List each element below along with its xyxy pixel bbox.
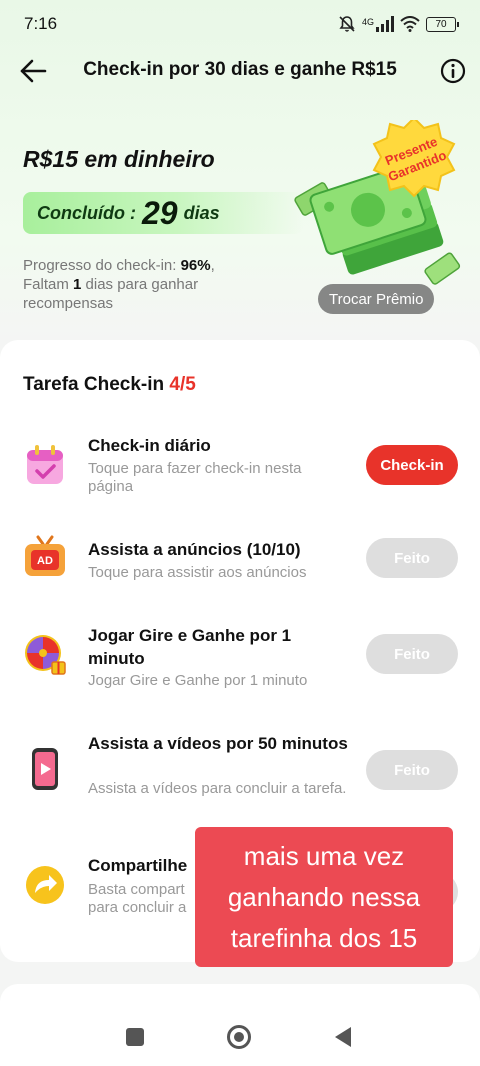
- mute-bell-icon: [339, 16, 355, 32]
- svg-text:AD: AD: [37, 555, 53, 567]
- info-icon[interactable]: [440, 58, 466, 84]
- tasks-count: 4/5: [169, 374, 196, 395]
- video-phone-icon: [32, 748, 58, 790]
- tasks-title: Tarefa Check-in 4/5: [23, 374, 196, 396]
- task-name: Assista a vídeos por 50 minutos: [88, 734, 348, 753]
- cash-stack-icon: Presente Garantido: [294, 120, 461, 285]
- calendar-icon: [27, 445, 63, 484]
- task-watch-videos: Assista a vídeos por 50 minutos Assista …: [0, 728, 480, 818]
- checkin-button[interactable]: Check-in: [366, 445, 458, 485]
- task-desc: Toque para assistir aos anúncios: [88, 564, 307, 581]
- status-icons: 4G 70: [338, 15, 459, 33]
- signal-icon: [376, 16, 394, 32]
- prize-wheel-icon: [25, 635, 66, 675]
- progress-value: 96%: [180, 257, 211, 274]
- recents-icon[interactable]: [126, 1028, 144, 1046]
- task-watch-ads: AD Assista a anúncios (10/10) Toque para…: [0, 534, 480, 594]
- system-nav-bar: [0, 1010, 480, 1066]
- ad-tv-icon: AD: [25, 535, 65, 576]
- swap-prize-button[interactable]: Trocar Prêmio: [318, 284, 435, 314]
- completed-label: Concluído :: [37, 202, 136, 223]
- reward-hero: R$15 em dinheiro Concluído : 29 dias Pro…: [0, 110, 480, 330]
- reward-title: R$15 em dinheiro: [23, 146, 215, 172]
- caption-line-1: mais uma vez: [243, 841, 405, 871]
- caption-line-2: ganhando nessa: [227, 882, 421, 912]
- remaining-prefix: Faltam: [23, 276, 74, 293]
- caption-overlay: mais uma vez ganhando nessa tarefinha do…: [195, 827, 453, 967]
- status-time: 7:16: [24, 14, 58, 33]
- done-button[interactable]: Feito: [366, 750, 458, 790]
- page-title: Check-in por 30 dias e ganhe R$15: [83, 59, 397, 80]
- task-desc: Jogar Gire e Ganhe por 1 minuto: [88, 672, 308, 689]
- home-icon[interactable]: [227, 1025, 251, 1049]
- completed-days-unit: dias: [183, 202, 220, 223]
- progress-sep: ,: [210, 257, 215, 274]
- battery-level: 70: [435, 18, 447, 30]
- caption-line-3: tarefinha dos 15: [230, 923, 418, 953]
- task-daily-checkin: Check-in diário Toque para fazer check-i…: [0, 430, 480, 510]
- completed-days-pill: Concluído : 29 dias: [23, 192, 303, 234]
- nav-back-icon[interactable]: [335, 1027, 351, 1047]
- battery-icon: 70: [426, 16, 459, 32]
- completed-days-count: 29: [141, 194, 178, 231]
- task-name: Assista a anúncios (10/10): [88, 540, 301, 559]
- network-type: 4G: [361, 17, 374, 27]
- task-desc: Toque para fazer check-in nesta página: [88, 460, 302, 495]
- task-desc: Assista a vídeos para concluir a tarefa.: [88, 780, 347, 797]
- tasks-title-text: Tarefa Check-in: [23, 374, 170, 395]
- task-name: Check-in diário: [88, 436, 211, 455]
- wifi-icon: [400, 16, 420, 32]
- done-button[interactable]: Feito: [366, 538, 458, 578]
- done-button[interactable]: Feito: [366, 634, 458, 674]
- share-arrow-icon: [26, 866, 64, 904]
- progress-text: Progresso do check-in: 96%, Faltam 1 dia…: [23, 256, 263, 313]
- task-name: Jogar Gire e Ganhe por 1 minuto: [88, 626, 292, 668]
- task-spin-wheel: Jogar Gire e Ganhe por 1 minuto Jogar Gi…: [0, 620, 480, 700]
- top-bar: Check-in por 30 dias e ganhe R$15: [0, 48, 480, 94]
- progress-prefix: Progresso do check-in:: [23, 257, 181, 274]
- status-bar: 7:16 4G 70: [0, 0, 480, 48]
